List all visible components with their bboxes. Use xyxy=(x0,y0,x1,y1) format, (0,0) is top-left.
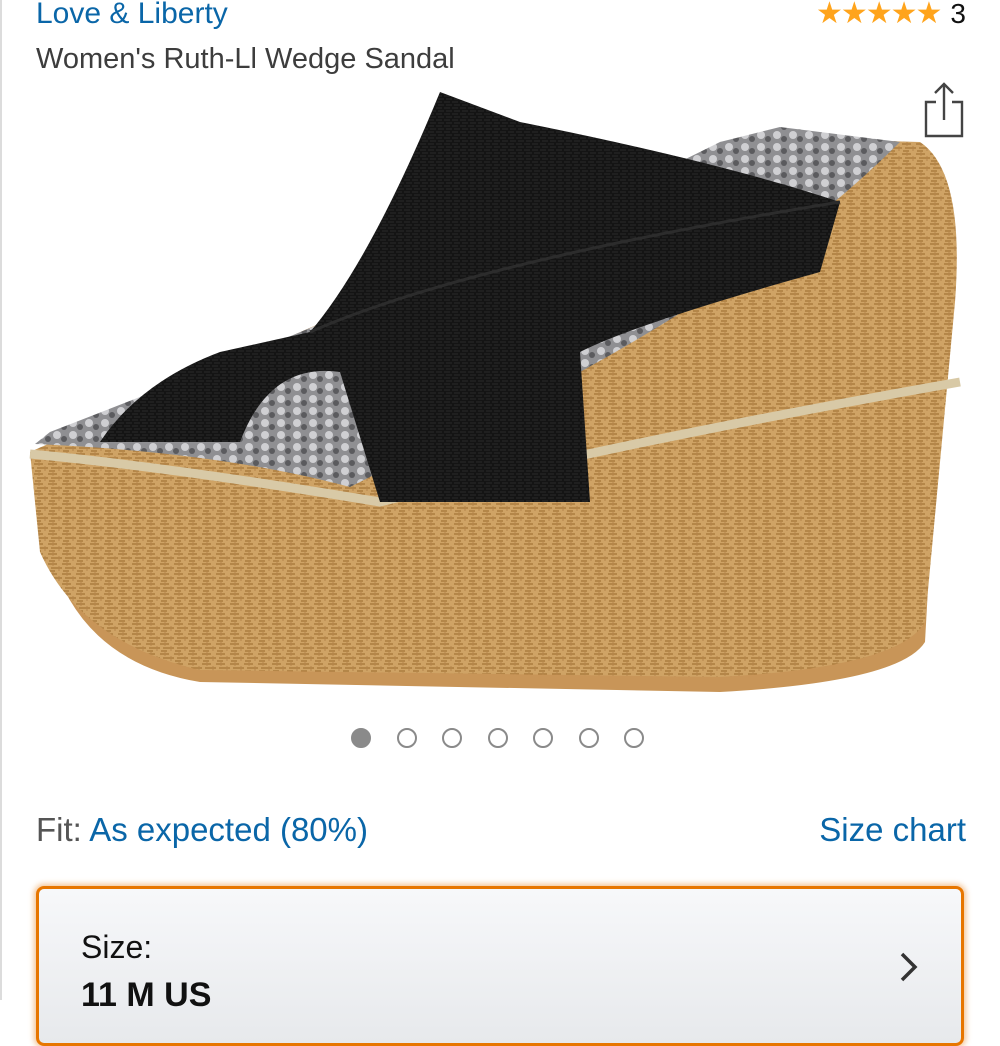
carousel-dot[interactable] xyxy=(533,728,553,748)
fit-value-link[interactable]: As expected (80%) xyxy=(89,811,368,848)
carousel-dot[interactable] xyxy=(624,728,644,748)
star-rating-icon: ★★★★★ xyxy=(815,0,942,30)
brand-link[interactable]: Love & Liberty xyxy=(36,0,228,34)
carousel-dot[interactable] xyxy=(487,728,508,748)
size-value: 11 M US xyxy=(81,976,212,1014)
rating[interactable]: ★★★★★ 3 xyxy=(816,0,966,32)
fit-info: Fit: As expected (80%) xyxy=(36,808,368,852)
rating-count[interactable]: 3 xyxy=(950,0,966,32)
size-chart-link[interactable]: Size chart xyxy=(819,808,966,852)
carousel-dot[interactable] xyxy=(442,728,462,748)
page-edge xyxy=(0,0,2,1000)
product-image[interactable] xyxy=(20,82,980,712)
product-title: Women's Ruth-Ll Wedge Sandal xyxy=(36,43,455,75)
size-label: Size: xyxy=(81,929,153,965)
carousel-dot[interactable] xyxy=(578,728,599,748)
size-selector[interactable]: Size: 11 M US xyxy=(36,886,964,1046)
carousel-dot[interactable] xyxy=(351,728,371,748)
fit-label: Fit: xyxy=(36,811,82,848)
image-carousel-dots[interactable] xyxy=(351,728,644,748)
chevron-right-icon xyxy=(899,951,919,983)
carousel-dot[interactable] xyxy=(396,728,417,748)
